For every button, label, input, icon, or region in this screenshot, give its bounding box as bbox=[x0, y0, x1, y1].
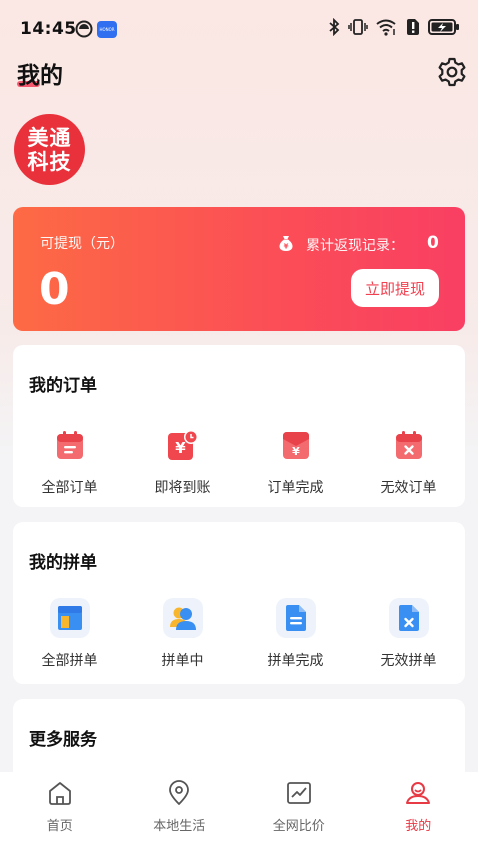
bluetooth-icon bbox=[329, 18, 340, 36]
tab-mine-label: 我的 bbox=[405, 819, 432, 834]
withdrawable-label: 可提现（元） bbox=[40, 236, 124, 252]
orders-grid: 全部订单 ¥ 即将到账 ¥ 订单完成 无效订单 bbox=[13, 425, 465, 497]
group-in-progress-item[interactable]: 拼单中 bbox=[126, 598, 239, 670]
svg-text:¥: ¥ bbox=[175, 439, 186, 457]
withdrawable-amount: 0 bbox=[39, 264, 70, 315]
earnings-card: 可提现（元） 0 ¥ 累计返现记录： 0 立即提现 bbox=[13, 207, 465, 331]
bottom-tab-bar: 首页 本地生活 全网比价 我的 bbox=[0, 772, 478, 850]
invalid-orders-label: 无效订单 bbox=[380, 480, 437, 496]
price-chart-icon bbox=[286, 782, 311, 804]
status-time: 14:45 bbox=[20, 19, 77, 39]
svg-text:¥: ¥ bbox=[292, 445, 300, 458]
my-group-orders-title: 我的拼单 bbox=[29, 553, 97, 573]
order-list-icon bbox=[56, 431, 83, 459]
logo-text-line1: 美通 bbox=[27, 125, 72, 150]
app-notification-icon bbox=[75, 20, 93, 38]
logo-text-line2: 科技 bbox=[27, 149, 72, 174]
group-orders-grid: 全部拼单 拼单中 拼单完成 无效拼单 bbox=[13, 598, 465, 670]
group-invalid-label: 无效拼单 bbox=[380, 653, 437, 669]
my-group-orders-card: 我的拼单 全部拼单 拼单中 拼单完成 无效拼单 bbox=[13, 522, 465, 684]
all-orders-label: 全部订单 bbox=[41, 480, 98, 496]
tab-home[interactable]: 首页 bbox=[0, 772, 120, 850]
more-services-title: 更多服务 bbox=[29, 730, 97, 750]
cashback-record-value[interactable]: 0 bbox=[427, 233, 439, 253]
all-orders-item[interactable]: 全部订单 bbox=[13, 425, 126, 497]
money-bag-icon: ¥ bbox=[279, 236, 293, 251]
pending-settlement-item[interactable]: ¥ 即将到账 bbox=[126, 425, 239, 497]
order-complete-icon: ¥ bbox=[282, 432, 309, 459]
status-icons bbox=[328, 18, 460, 36]
tab-mine[interactable]: 我的 bbox=[359, 772, 478, 850]
tab-local-life-label: 本地生活 bbox=[153, 819, 206, 834]
brand-logo: 美通 科技 bbox=[14, 114, 85, 185]
honor-notification-icon: HONOR bbox=[97, 21, 117, 38]
wifi-icon bbox=[376, 19, 396, 36]
tab-price-compare[interactable]: 全网比价 bbox=[239, 772, 359, 850]
tab-local-life[interactable]: 本地生活 bbox=[120, 772, 240, 850]
battery-charging-icon bbox=[428, 19, 459, 35]
gear-icon bbox=[438, 57, 466, 87]
vibrate-icon bbox=[348, 19, 368, 35]
all-group-orders-item[interactable]: 全部拼单 bbox=[13, 598, 126, 670]
svg-text:¥: ¥ bbox=[284, 243, 289, 251]
group-invalid-item[interactable]: 无效拼单 bbox=[352, 598, 465, 670]
home-icon bbox=[48, 782, 71, 805]
group-complete-icon bbox=[285, 605, 306, 631]
sim-alert-icon bbox=[407, 19, 419, 35]
status-bar: 14:45 HONOR bbox=[0, 0, 478, 56]
pending-payment-icon: ¥ bbox=[167, 430, 198, 460]
group-all-icon bbox=[57, 606, 82, 630]
pending-settlement-label: 即将到账 bbox=[154, 480, 211, 496]
invalid-order-icon bbox=[395, 431, 422, 459]
order-complete-label: 订单完成 bbox=[267, 480, 324, 496]
page-title: 我的 bbox=[17, 63, 63, 89]
cashback-record-label[interactable]: 累计返现记录： bbox=[306, 235, 404, 255]
group-complete-item[interactable]: 拼单完成 bbox=[239, 598, 352, 670]
profile-icon bbox=[406, 782, 431, 804]
invalid-orders-item[interactable]: 无效订单 bbox=[352, 425, 465, 497]
order-complete-item[interactable]: ¥ 订单完成 bbox=[239, 425, 352, 497]
all-group-orders-label: 全部拼单 bbox=[41, 653, 98, 669]
tab-home-label: 首页 bbox=[46, 819, 73, 834]
my-orders-title: 我的订单 bbox=[29, 376, 97, 396]
group-complete-label: 拼单完成 bbox=[267, 653, 324, 669]
group-in-progress-icon bbox=[169, 607, 196, 630]
withdraw-button[interactable]: 立即提现 bbox=[351, 269, 439, 307]
honor-badge-text: HONOR bbox=[99, 27, 115, 32]
group-in-progress-label: 拼单中 bbox=[161, 653, 204, 669]
my-orders-card: 我的订单 全部订单 ¥ 即将到账 ¥ 订单完成 无效订单 bbox=[13, 345, 465, 507]
tab-price-compare-label: 全网比价 bbox=[272, 819, 325, 834]
group-invalid-icon bbox=[398, 605, 419, 631]
settings-button[interactable] bbox=[436, 56, 468, 88]
location-icon bbox=[169, 780, 190, 805]
